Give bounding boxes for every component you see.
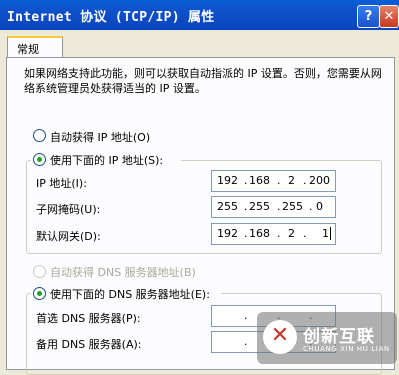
- mask-octet-4: 0: [316, 200, 323, 213]
- window-title: Internet 协议 (TCP/IP) 属性: [7, 10, 215, 25]
- watermark-text: 创新互联: [303, 327, 375, 347]
- auto-dns-label[interactable]: 自动获得 DNS 服务器地址(B): [50, 264, 196, 280]
- ip-address-label: IP 地址(I):: [36, 177, 87, 190]
- subnet-mask-label: 子网掩码(U):: [36, 203, 101, 216]
- alternate-dns-label: 备用 DNS 服务器(A):: [36, 338, 142, 351]
- gateway-octet-2: 168: [249, 227, 270, 240]
- manual-dns-radio[interactable]: [33, 287, 46, 300]
- description-text: 如果网络支持此功能，则可以获取自动指派的 IP 设置。否则，您需要从网络系统管理…: [24, 67, 382, 95]
- gateway-octet-1: 192: [217, 227, 238, 240]
- gateway-octet-3: 2: [288, 227, 295, 240]
- auto-ip-radio[interactable]: [33, 129, 46, 142]
- ip-address-field[interactable]: 192 . 168 . 2 . 200: [211, 170, 336, 192]
- gateway-octet-4: 1: [322, 227, 329, 240]
- watermark-emblem-icon: ✕: [263, 320, 297, 354]
- mask-octet-2: 255: [249, 200, 270, 213]
- subnet-mask-field[interactable]: 255 . 255 . 255 . 0: [211, 196, 336, 218]
- ip-octet-4: 200: [309, 174, 330, 187]
- ip-octet-1: 192: [217, 174, 238, 187]
- manual-dns-label[interactable]: 使用下面的 DNS 服务器地址(E):: [50, 286, 210, 302]
- manual-ip-label[interactable]: 使用下面的 IP 地址(S):: [50, 152, 163, 168]
- close-button[interactable]: ✕: [379, 5, 399, 28]
- text-caret: [330, 227, 331, 240]
- title-bar: Internet 协议 (TCP/IP) 属性 ? ✕: [0, 0, 399, 30]
- tab-general-label: 常规: [17, 43, 39, 56]
- gateway-field[interactable]: 192 . 168 . 2 . 1: [211, 223, 336, 245]
- auto-ip-label[interactable]: 自动获得 IP 地址(O): [50, 129, 150, 145]
- auto-dns-radio[interactable]: [33, 265, 46, 278]
- ip-octet-2: 168: [249, 174, 270, 187]
- help-button[interactable]: ?: [357, 5, 380, 28]
- mask-octet-1: 255: [217, 200, 238, 213]
- gateway-label: 默认网关(D):: [36, 230, 101, 243]
- manual-ip-radio[interactable]: [33, 153, 46, 166]
- watermark-emblem-glyph: ✕: [270, 323, 290, 348]
- mask-octet-3: 255: [282, 200, 303, 213]
- watermark-logo: ✕ 创新互联 CHUANG XIN HU LIAN: [257, 312, 397, 364]
- watermark-subtext: CHUANG XIN HU LIAN: [303, 345, 390, 353]
- ip-octet-3: 2: [288, 174, 295, 187]
- preferred-dns-label: 首选 DNS 服务器(P):: [36, 312, 141, 325]
